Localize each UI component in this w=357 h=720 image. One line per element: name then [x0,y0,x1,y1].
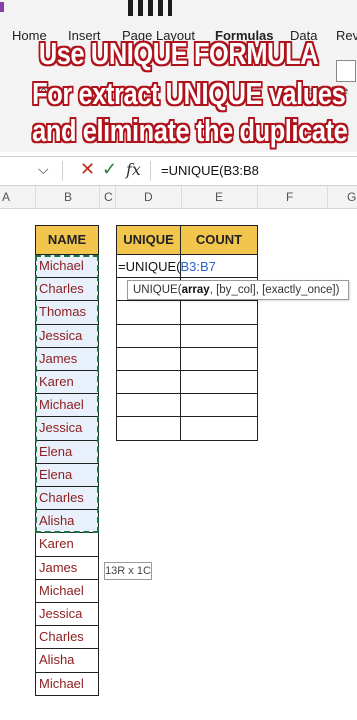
function-tooltip: UNIQUE(array, [by_col], [exactly_once]) [127,280,349,300]
active-cell-editor[interactable]: =UNIQUE(B3:B7 [118,259,216,274]
name-cell[interactable]: Karen [35,533,99,557]
count-cell[interactable] [180,394,258,418]
banner-line-1: Use UNIQUE FORMULA [38,36,319,71]
divider [150,161,151,181]
column-header-e[interactable]: E [215,190,223,204]
edit-prefix: =UNIQUE( [118,259,181,274]
tooltip-arg[interactable]: array [182,284,210,296]
name-cell[interactable]: Michael [35,394,99,418]
app-accent-mark [0,2,4,12]
name-cell[interactable]: Michael [35,579,99,603]
unique-cell[interactable] [116,417,181,441]
name-cell[interactable]: Jessica [35,324,99,348]
name-cell[interactable]: James [35,347,99,371]
column-header-a[interactable]: A [2,190,10,204]
name-cell[interactable]: Jessica [35,603,99,627]
name-cell[interactable]: Alisha [35,649,99,673]
name-cell[interactable]: Michael [35,255,99,279]
name-cell[interactable]: Charles [35,278,99,302]
count-cell[interactable] [180,324,258,348]
banner-line-3: and eliminate the duplicate [32,113,348,148]
name-cell[interactable]: James [35,556,99,580]
unique-cell[interactable] [116,394,181,418]
tab-review[interactable]: Rev [336,28,357,43]
tooltip-rest: , [by_col], [exactly_once]) [209,284,340,296]
unique-cell[interactable] [116,347,181,371]
count-column-header[interactable]: COUNT [180,225,258,255]
count-cell[interactable] [180,417,258,441]
column-header-c[interactable]: C [104,190,113,204]
column-header-g[interactable]: G [347,190,356,204]
name-cell[interactable]: Elena [35,440,99,464]
name-column-header[interactable]: NAME [35,225,99,255]
column-header-b[interactable]: B [64,190,72,204]
formula-input[interactable]: =UNIQUE(B3:B8 [161,163,259,178]
column-headers: A B C D E F G [0,186,357,209]
divider [62,161,63,181]
insert-function-icon[interactable]: fx [126,160,141,179]
count-cell[interactable] [180,371,258,395]
selection-size-badge: 13R x 1C [104,562,152,580]
name-cell[interactable]: Elena [35,463,99,487]
column-header-d[interactable]: D [144,190,153,204]
name-cell[interactable]: Charles [35,487,99,511]
unique-cell[interactable] [116,324,181,348]
count-cell[interactable] [180,347,258,371]
check-icon[interactable]: ✓ [102,159,117,180]
name-cell[interactable]: Alisha [35,510,99,534]
name-cell[interactable]: Jessica [35,417,99,441]
edit-range-ref: B3:B7 [180,259,216,274]
unique-cell[interactable] [116,371,181,395]
formula-bar: ⌵ ✕ ✓ fx =UNIQUE(B3:B8 [0,156,357,186]
tooltip-fn: UNIQUE( [133,284,182,296]
name-cell[interactable]: Charles [35,626,99,650]
chevron-down-icon[interactable]: ⌵ [38,161,49,178]
name-cell[interactable]: Karen [35,371,99,395]
column-header-f[interactable]: F [286,190,293,204]
name-cell[interactable]: Michael [35,672,99,696]
unique-column-header[interactable]: UNIQUE [116,225,181,255]
banner-line-2: For extract UNIQUE values [32,76,346,111]
count-cell[interactable] [180,301,258,325]
name-cell[interactable]: Thomas [35,301,99,325]
unique-cell[interactable] [116,301,181,325]
status-stripes [128,0,172,16]
cancel-icon[interactable]: ✕ [80,159,95,180]
